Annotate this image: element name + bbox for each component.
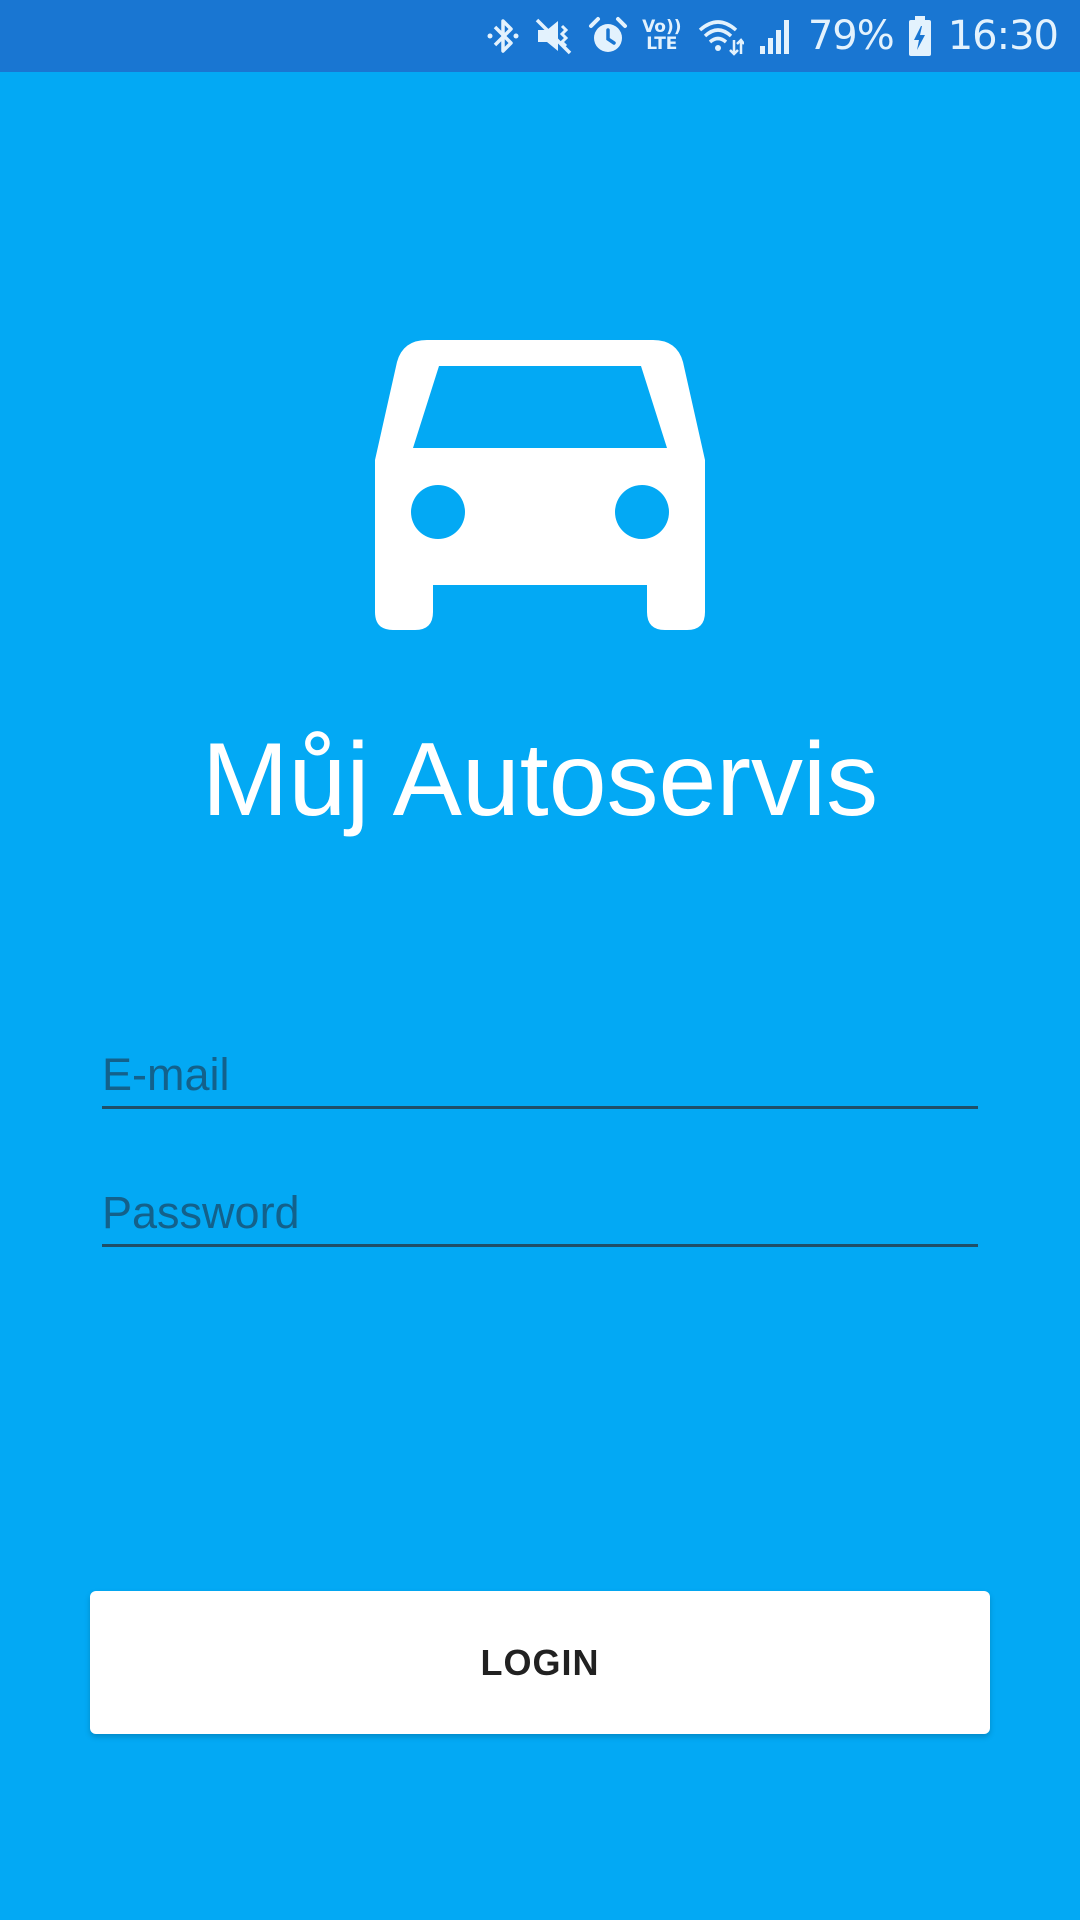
email-field[interactable] [102,1044,978,1109]
volte-icon: Vo)) LTE [642,19,682,53]
password-field[interactable] [102,1182,978,1247]
car-icon [375,340,705,630]
battery-percent: 79% [807,13,895,59]
status-bar: Vo)) LTE 79% 16:30 [0,0,1080,72]
alarm-icon [588,16,628,56]
battery-charging-icon [908,15,932,57]
clock: 16:30 [947,13,1059,59]
signal-icon [758,16,794,56]
volte-bottom-label: LTE [646,34,678,54]
login-screen: Vo)) LTE 79% 16:30 Můj Autoservis E-mail… [0,0,1080,1920]
wifi-icon [696,16,744,56]
vibrate-mute-icon [534,16,574,56]
login-button[interactable]: LOGIN [90,1591,990,1734]
status-icons: Vo)) LTE 79% 16:30 [486,0,1059,72]
bluetooth-icon [486,16,520,56]
app-title: Můj Autoservis [201,722,879,838]
